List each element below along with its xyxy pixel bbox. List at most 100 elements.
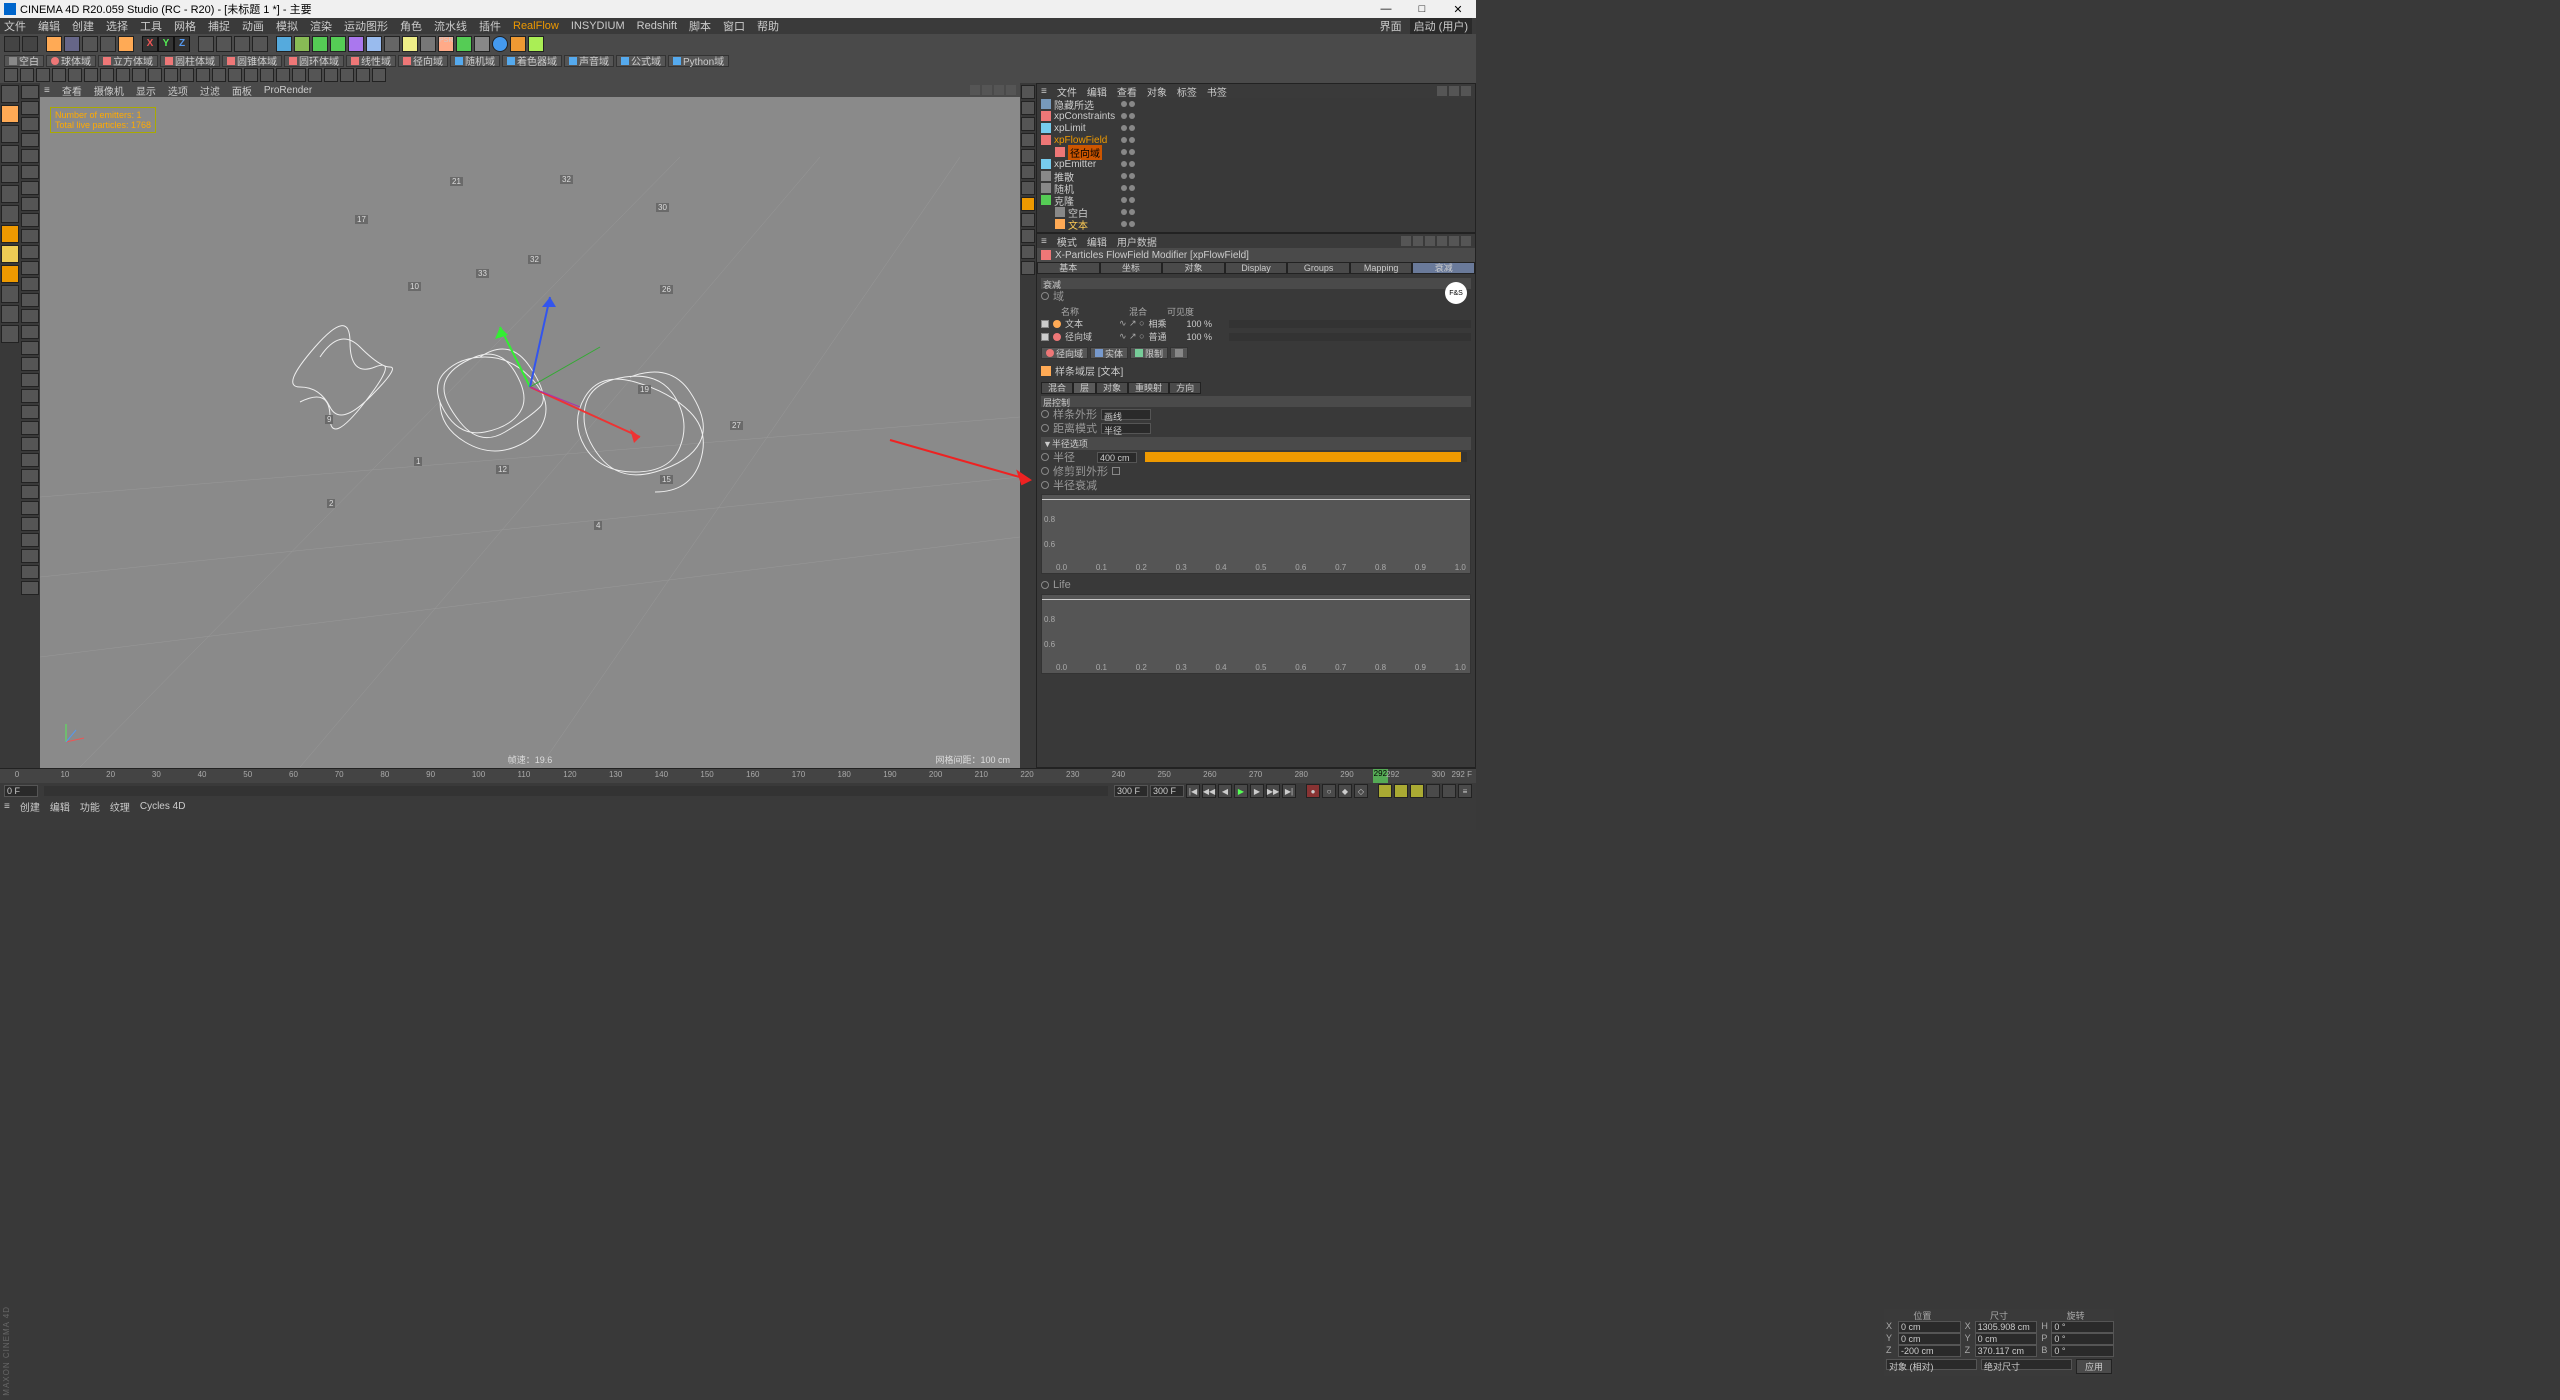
s23[interactable] — [21, 437, 39, 451]
om-edit[interactable]: 编辑 — [1087, 84, 1107, 99]
s4[interactable] — [21, 133, 39, 147]
key-icon[interactable]: ◆ — [1338, 784, 1352, 798]
field-visibility-input[interactable]: 100 % — [1187, 319, 1221, 329]
menu-mograph[interactable]: 运动图形 — [344, 18, 388, 34]
s20[interactable] — [21, 389, 39, 403]
visibility-dot-icon[interactable] — [1121, 221, 1127, 227]
s26[interactable] — [21, 485, 39, 499]
render-pv-button[interactable] — [234, 36, 250, 52]
field-python[interactable]: Python域 — [668, 55, 729, 67]
object-tree-item[interactable]: 克隆 — [1037, 194, 1475, 206]
st-18[interactable] — [276, 68, 290, 82]
redo-button[interactable] — [22, 36, 38, 52]
s17[interactable] — [21, 341, 39, 355]
tag-button[interactable] — [510, 36, 526, 52]
tab-groups[interactable]: Groups Affected — [1287, 262, 1350, 274]
st-12[interactable] — [180, 68, 194, 82]
s3[interactable] — [21, 117, 39, 131]
menu-render[interactable]: 渲染 — [310, 18, 332, 34]
st-3[interactable] — [36, 68, 50, 82]
vp-camera[interactable]: 摄像机 — [94, 83, 124, 98]
pen-tool-button[interactable] — [294, 36, 310, 52]
vp-nav-1[interactable] — [970, 85, 980, 95]
vprt-3[interactable] — [1021, 117, 1035, 131]
z-axis-lock[interactable]: Z — [174, 36, 190, 52]
record-icon[interactable]: ● — [1306, 784, 1320, 798]
st-1[interactable] — [4, 68, 18, 82]
om-object[interactable]: 对象 — [1147, 84, 1167, 99]
playback-range-slider[interactable] — [44, 786, 1108, 796]
st-layer[interactable]: 层 — [1073, 382, 1096, 394]
om-r3[interactable] — [1461, 86, 1471, 96]
om-r1[interactable] — [1437, 86, 1447, 96]
s8[interactable] — [21, 197, 39, 211]
object-tree-item[interactable]: 文本 — [1037, 218, 1475, 230]
visibility-dot-icon[interactable] — [1121, 209, 1127, 215]
am-fwd-icon[interactable] — [1413, 236, 1423, 246]
radius-input[interactable]: 400 cm — [1097, 452, 1137, 463]
fields-radio[interactable] — [1041, 292, 1049, 300]
visibility-dot-icon[interactable] — [1129, 125, 1135, 131]
object-tree-item[interactable]: xpConstraints — [1037, 110, 1475, 122]
s6[interactable] — [21, 165, 39, 179]
om-file[interactable]: 文件 — [1057, 84, 1077, 99]
live-selection-tool[interactable] — [46, 36, 62, 52]
coord-z-pos[interactable]: -200 cm — [1898, 1345, 1961, 1357]
menu-insydium[interactable]: INSYDIUM — [571, 20, 625, 32]
s1[interactable] — [21, 85, 39, 99]
object-tree[interactable]: 隐藏所选xpConstraintsxpLimitxpFlowField径向域xp… — [1037, 98, 1475, 232]
mm-tex[interactable]: 纹理 — [110, 799, 130, 814]
st-blend[interactable]: 混合 — [1041, 382, 1073, 394]
s9[interactable] — [21, 213, 39, 227]
coord-b-rot[interactable]: 0 ° — [2051, 1345, 2114, 1357]
mm-icon[interactable]: ≡ — [4, 801, 10, 812]
om-menu-icon[interactable]: ≡ — [1041, 86, 1047, 97]
object-tree-item[interactable]: xpEmitter — [1037, 158, 1475, 170]
light-button[interactable] — [402, 36, 418, 52]
am-mode[interactable]: 模式 — [1057, 234, 1077, 249]
make-editable-icon[interactable] — [1, 85, 19, 103]
menu-select[interactable]: 选择 — [106, 18, 128, 34]
s29[interactable] — [21, 533, 39, 547]
goto-end-icon[interactable]: ▶| — [1282, 784, 1296, 798]
menu-pipeline[interactable]: 流水线 — [434, 18, 467, 34]
chip-solid[interactable]: 实体 — [1090, 347, 1128, 359]
tab-basic[interactable]: 基本 — [1037, 262, 1100, 274]
field-sound[interactable]: 声音域 — [564, 55, 614, 67]
next-frame-icon[interactable]: ▶ — [1250, 784, 1264, 798]
spline-shape-dropdown[interactable]: 画线 — [1101, 409, 1151, 420]
field-row-curve-icon[interactable]: ∿ ↗ ○ — [1119, 331, 1145, 342]
vprt-12[interactable] — [1021, 261, 1035, 275]
object-tree-item[interactable]: 空白 — [1037, 206, 1475, 218]
st-24[interactable] — [372, 68, 386, 82]
coord-x-size[interactable]: 1305.908 cm — [1975, 1321, 2038, 1333]
polygon-mode-icon[interactable] — [1, 205, 19, 223]
vp-options[interactable]: 选项 — [168, 83, 188, 98]
field-radial[interactable]: 径向域 — [398, 55, 448, 67]
am-r4[interactable] — [1437, 236, 1447, 246]
menu-mesh[interactable]: 网格 — [174, 18, 196, 34]
generator-button[interactable] — [330, 36, 346, 52]
visibility-dot-icon[interactable] — [1129, 185, 1135, 191]
play-icon[interactable]: ▶ — [1234, 784, 1248, 798]
s12[interactable] — [21, 261, 39, 275]
st-5[interactable] — [68, 68, 82, 82]
object-tree-item[interactable]: xpFlowField — [1037, 134, 1475, 146]
tab-object[interactable]: 对象 — [1162, 262, 1225, 274]
am-r5[interactable] — [1449, 236, 1459, 246]
s15[interactable] — [21, 309, 39, 323]
field-visibility-input[interactable]: 100 % — [1187, 332, 1221, 342]
tab-display[interactable]: Display — [1225, 262, 1288, 274]
field-null[interactable]: 空白 — [4, 55, 44, 67]
field-row-curve-icon[interactable]: ∿ ↗ ○ — [1119, 318, 1145, 329]
s22[interactable] — [21, 421, 39, 435]
cube-primitive-button[interactable] — [276, 36, 292, 52]
vp-view[interactable]: 查看 — [62, 83, 82, 98]
s10[interactable] — [21, 229, 39, 243]
menu-realflow[interactable]: RealFlow — [513, 20, 559, 32]
st-6[interactable] — [84, 68, 98, 82]
distance-mode-radio[interactable] — [1041, 424, 1049, 432]
coord-mode1-dropdown[interactable]: 对象 (相对) — [1886, 1359, 1977, 1370]
vp-menubar-icon[interactable]: ≡ — [44, 85, 50, 96]
visibility-dot-icon[interactable] — [1121, 185, 1127, 191]
